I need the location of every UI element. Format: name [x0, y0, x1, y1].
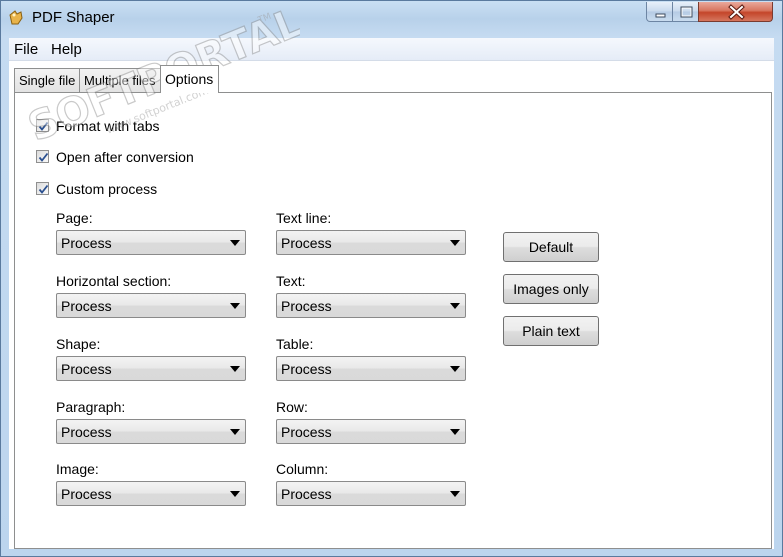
page-select[interactable]: Process: [56, 230, 246, 255]
dropdown-arrow-icon: [450, 366, 460, 372]
dropdown-arrow-icon: [230, 240, 240, 246]
paragraph-select-value: Process: [61, 424, 112, 440]
dropdown-arrow-icon: [450, 303, 460, 309]
horizontal-section-select-value: Process: [61, 298, 112, 314]
format-with-tabs-checkbox[interactable]: [36, 119, 49, 132]
dropdown-arrow-icon: [450, 491, 460, 497]
menu-bar: File Help: [9, 38, 774, 61]
tab-single-file[interactable]: Single file: [14, 68, 80, 92]
text-label: Text:: [276, 273, 306, 289]
close-icon: [728, 4, 745, 20]
dropdown-arrow-icon: [230, 303, 240, 309]
shape-label: Shape:: [56, 336, 101, 352]
close-button[interactable]: [698, 2, 773, 22]
image-select-value: Process: [61, 486, 112, 502]
maximize-button[interactable]: [672, 2, 699, 22]
shape-select[interactable]: Process: [56, 356, 246, 381]
horizontal-section-select[interactable]: Process: [56, 293, 246, 318]
images-only-button[interactable]: Images only: [503, 274, 599, 304]
open-after-conversion-label[interactable]: Open after conversion: [56, 149, 194, 165]
page-select-value: Process: [61, 235, 112, 251]
row-select[interactable]: Process: [276, 419, 466, 444]
open-after-conversion-checkbox[interactable]: [36, 150, 49, 163]
app-window: PDF Shaper File Help Single file Multipl…: [0, 0, 783, 557]
column-select-value: Process: [281, 486, 332, 502]
row-label: Row:: [276, 399, 308, 415]
custom-process-label[interactable]: Custom process: [56, 181, 157, 197]
plain-text-button[interactable]: Plain text: [503, 316, 599, 346]
minimize-icon: [655, 13, 666, 18]
options-tab-page: Format with tabs Open after conversion C…: [14, 92, 772, 549]
text-line-select-value: Process: [281, 235, 332, 251]
tab-options[interactable]: Options: [160, 65, 219, 93]
menu-file[interactable]: File: [14, 41, 38, 58]
default-button[interactable]: Default: [503, 232, 599, 262]
dropdown-arrow-icon: [450, 429, 460, 435]
page-label: Page:: [56, 210, 93, 226]
column-label: Column:: [276, 461, 329, 477]
paragraph-select[interactable]: Process: [56, 419, 246, 444]
title-bar[interactable]: PDF Shaper: [1, 1, 782, 37]
image-select[interactable]: Process: [56, 481, 246, 506]
checkmark-icon: [38, 152, 49, 162]
paragraph-label: Paragraph:: [56, 399, 126, 415]
text-line-label: Text line:: [276, 210, 332, 226]
table-label: Table:: [276, 336, 314, 352]
image-label: Image:: [56, 461, 99, 477]
dropdown-arrow-icon: [230, 429, 240, 435]
shape-select-value: Process: [61, 361, 112, 377]
text-select[interactable]: Process: [276, 293, 466, 318]
menu-help[interactable]: Help: [51, 41, 82, 58]
column-select[interactable]: Process: [276, 481, 466, 506]
dropdown-arrow-icon: [230, 491, 240, 497]
minimize-button[interactable]: [646, 2, 673, 22]
table-select-value: Process: [281, 361, 332, 377]
tab-multiple-files[interactable]: Multiple files: [79, 68, 161, 92]
pdf-shaper-app-icon: [7, 9, 25, 27]
text-select-value: Process: [281, 298, 332, 314]
row-select-value: Process: [281, 424, 332, 440]
tab-strip: Single file Multiple files Options: [9, 61, 774, 93]
horizontal-section-label: Horizontal section:: [56, 273, 172, 289]
format-with-tabs-label[interactable]: Format with tabs: [56, 118, 159, 134]
checkmark-icon: [38, 184, 49, 194]
window-title: PDF Shaper: [32, 9, 115, 26]
checkmark-icon: [38, 121, 49, 131]
client-area: Single file Multiple files Options Forma…: [9, 61, 774, 549]
custom-process-checkbox[interactable]: [36, 182, 49, 195]
maximize-icon: [680, 6, 693, 18]
dropdown-arrow-icon: [230, 366, 240, 372]
table-select[interactable]: Process: [276, 356, 466, 381]
dropdown-arrow-icon: [450, 240, 460, 246]
text-line-select[interactable]: Process: [276, 230, 466, 255]
